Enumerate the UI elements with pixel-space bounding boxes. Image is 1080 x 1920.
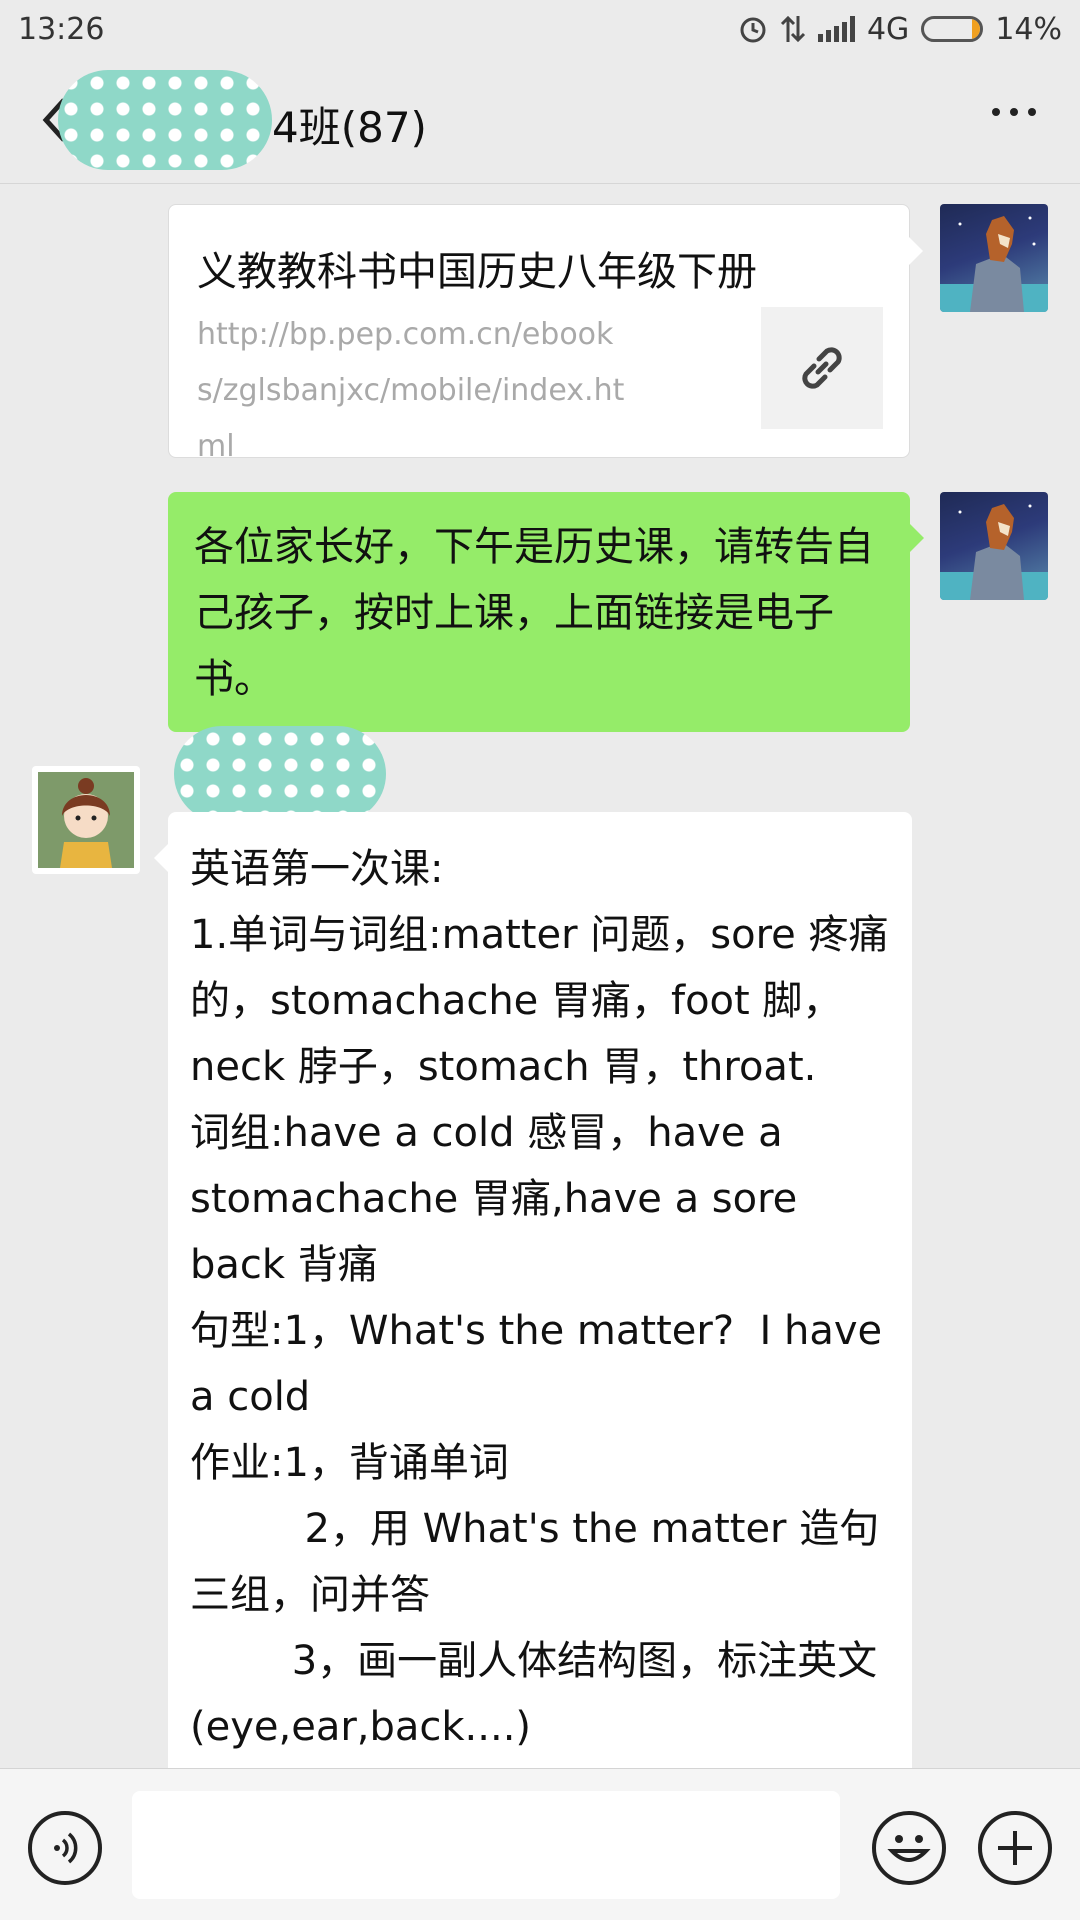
battery-icon [921,16,984,42]
plus-icon[interactable] [978,1811,1052,1885]
alarm-icon [740,17,766,43]
status-time: 13:26 [18,11,105,47]
emoji-icon [887,1835,931,1862]
title-bar: 4班(87) [0,58,1080,184]
other-text-bubble[interactable]: 英语第一次课: 1.单词与词组:matter 问题，sore 疼痛的，stoma… [154,812,912,1812]
input-bar [0,1768,1080,1920]
link-message-bubble[interactable]: 义教教科书中国历史八年级下册 http://bp.pep.com.cn/eboo… [168,204,923,464]
horse-avatar-icon [940,216,1048,312]
chat-title: 4班(87) [272,103,427,152]
horse-avatar-icon [940,504,1048,600]
voice-icon [54,1832,78,1864]
chat-screen: 13:26 4G 14% 4班(87) 义教教科书中国历史八年级下册 http:… [0,0,1080,1920]
sender-avatar[interactable] [32,766,140,874]
blurred-sender-name [174,726,386,822]
status-bar: 13:26 4G 14% [0,0,1080,58]
more-dots-icon[interactable] [992,108,1036,116]
link-thumbnail [761,307,883,429]
message-text: 各位家长好，下午是历史课，请转告自己孩子，按时上课，上面链接是电子书。 [194,524,874,702]
self-text-bubble[interactable]: 各位家长好，下午是历史课，请转告自己孩子，按时上课，上面链接是电子书。 [168,492,924,732]
battery-level [972,19,981,39]
self-avatar[interactable] [940,204,1048,312]
emoji-button[interactable] [872,1811,946,1885]
self-avatar[interactable] [940,492,1048,600]
message-text: 英语第一次课: 1.单词与词组:matter 问题，sore 疼痛的，stoma… [190,846,889,1750]
network-type: 4G [866,11,910,47]
girl-avatar-icon [38,772,134,868]
battery-percent: 14% [995,11,1062,47]
status-indicators: 4G 14% [738,12,1062,47]
message-input[interactable] [132,1791,840,1899]
link-icon [802,347,842,389]
link-title: 义教教科书中国历史八年级下册 [197,249,757,295]
link-url: http://bp.pep.com.cn/ebooks/zglsbanjxc/m… [197,317,625,464]
data-transfer-icon [780,15,806,43]
blurred-group-name [58,70,272,170]
voice-button[interactable] [28,1811,102,1885]
signal-icon [817,16,855,42]
